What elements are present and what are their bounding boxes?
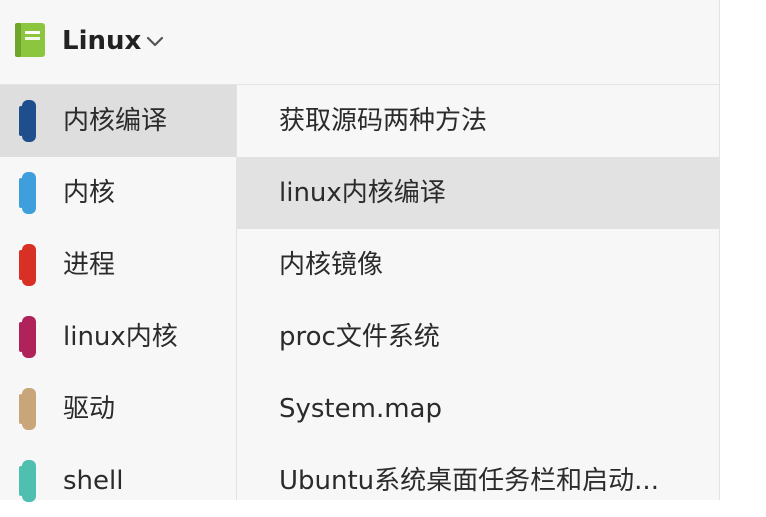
section-list: 内核编译 内核 进程 linux内核 驱动 shell <box>0 85 237 502</box>
page-label: System.map <box>279 394 442 424</box>
page-label: 内核镜像 <box>279 250 384 280</box>
section-book-icon <box>19 316 36 358</box>
section-label: 驱动 <box>63 394 116 424</box>
page-label: Ubuntu系统桌面任务栏和启动... <box>279 466 659 496</box>
page-item[interactable]: linux内核编译 <box>237 157 719 229</box>
section-label: 内核 <box>63 178 116 208</box>
section-label: 进程 <box>63 250 116 280</box>
section-book-icon <box>19 244 36 286</box>
onenote-window: Linux 内核编译 内核 进程 linux内核 驱动 shell 获取源码两种… <box>0 0 720 502</box>
section-label: 内核编译 <box>63 106 168 136</box>
section-item[interactable]: shell <box>0 445 236 517</box>
page-item[interactable]: Ubuntu系统桌面任务栏和启动... <box>237 445 719 517</box>
section-item[interactable]: 内核编译 <box>0 85 236 157</box>
page-label: linux内核编译 <box>279 178 446 208</box>
page-label: 获取源码两种方法 <box>279 106 488 136</box>
page-list: 获取源码两种方法 linux内核编译 内核镜像 proc文件系统 System.… <box>237 85 719 500</box>
page-item[interactable]: 获取源码两种方法 <box>237 85 719 157</box>
section-book-icon <box>19 388 36 430</box>
notebook-header: Linux <box>0 0 719 85</box>
section-book-icon <box>19 100 36 142</box>
section-item[interactable]: 驱动 <box>0 373 236 445</box>
page-label: proc文件系统 <box>279 322 440 352</box>
notebook-title[interactable]: Linux <box>62 24 141 58</box>
page-item[interactable]: System.map <box>237 373 719 445</box>
section-book-icon <box>19 460 36 502</box>
chevron-down-icon[interactable] <box>146 36 164 48</box>
section-label: linux内核 <box>63 322 178 352</box>
section-label: shell <box>63 466 124 496</box>
section-item[interactable]: linux内核 <box>0 301 236 373</box>
page-item[interactable]: 内核镜像 <box>237 229 719 301</box>
page-item[interactable]: proc文件系统 <box>237 301 719 373</box>
section-book-icon <box>19 172 36 214</box>
section-item[interactable]: 内核 <box>0 157 236 229</box>
section-item[interactable]: 进程 <box>0 229 236 301</box>
notebook-icon[interactable] <box>15 23 45 57</box>
